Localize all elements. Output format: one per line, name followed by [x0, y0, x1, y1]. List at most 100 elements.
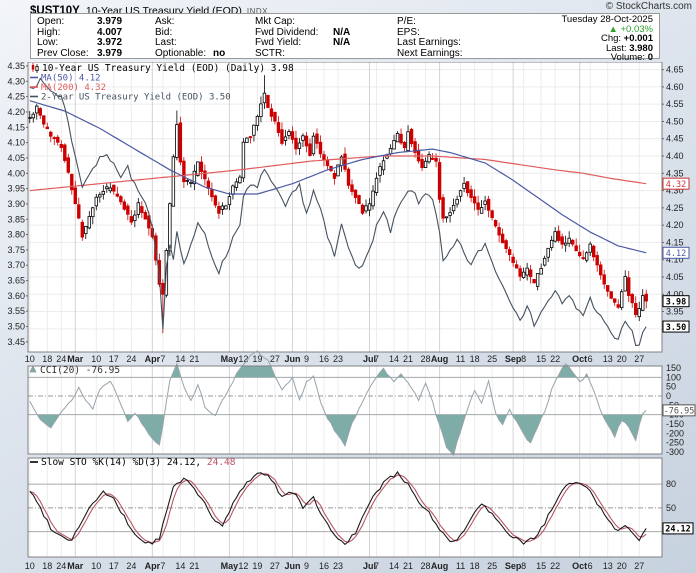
quote-label: P/E: — [397, 17, 475, 28]
svg-text:4.30: 4.30 — [7, 76, 25, 86]
svg-text:4.12: 4.12 — [666, 249, 686, 259]
svg-text:May: May — [221, 354, 239, 364]
svg-text:3.85: 3.85 — [7, 214, 25, 224]
quote-label: Last Earnings: — [397, 38, 475, 49]
svg-text:24: 24 — [126, 354, 136, 364]
svg-text:28: 28 — [421, 354, 431, 364]
svg-text:10: 10 — [91, 561, 101, 571]
svg-text:3.75: 3.75 — [7, 245, 25, 255]
svg-text:10: 10 — [25, 561, 35, 571]
svg-text:4.15: 4.15 — [666, 237, 684, 247]
quote-row: Mkt Cap: — [255, 17, 397, 28]
svg-text:4.35: 4.35 — [666, 168, 684, 178]
quote-value: N/A — [333, 27, 350, 38]
svg-text:4.65: 4.65 — [666, 65, 684, 75]
svg-text:24: 24 — [56, 561, 66, 571]
svg-text:3.45: 3.45 — [7, 337, 25, 347]
svg-text:14: 14 — [175, 561, 185, 571]
svg-text:3.70: 3.70 — [7, 260, 25, 270]
svg-text:14: 14 — [389, 354, 399, 364]
quote-row: P/E: — [397, 17, 517, 28]
svg-text:24: 24 — [126, 561, 136, 571]
main-left-axis: 4.354.304.254.204.154.104.054.003.953.90… — [7, 62, 28, 347]
quote-value: no — [213, 48, 225, 59]
svg-text:4.60: 4.60 — [666, 82, 684, 92]
svg-text:4.40: 4.40 — [666, 151, 684, 161]
quote-value: 4.007 — [97, 27, 122, 38]
svg-text:4.20: 4.20 — [7, 107, 25, 117]
svg-text:21: 21 — [403, 354, 413, 364]
svg-text:21: 21 — [403, 561, 413, 571]
svg-text:4.32: 4.32 — [666, 180, 686, 190]
quote-value: 3.972 — [97, 37, 122, 48]
svg-text:7: 7 — [374, 561, 379, 571]
svg-text:28: 28 — [421, 561, 431, 571]
stockcharts-copyright: © StockCharts.com — [606, 1, 692, 12]
quote-label: Open: — [37, 17, 97, 28]
quote-row: Fwd Yield:N/A — [255, 38, 397, 49]
svg-text:27: 27 — [270, 561, 280, 571]
quote-label: SCTR: — [255, 49, 333, 60]
svg-text:11: 11 — [456, 561, 465, 571]
svg-text:8: 8 — [521, 561, 526, 571]
svg-text:-300: -300 — [666, 447, 684, 457]
svg-text:13: 13 — [603, 561, 613, 571]
svg-text:50: 50 — [666, 503, 676, 513]
svg-text:3.95: 3.95 — [666, 307, 684, 317]
svg-text:21: 21 — [189, 561, 199, 571]
svg-text:17: 17 — [109, 561, 119, 571]
x-axis-labels-main: 101824Mar101724Apr71421May121927Jun91623… — [25, 354, 644, 364]
svg-text:13: 13 — [603, 354, 613, 364]
quote-column: Ask:Bid:Last:Optionable:no — [155, 16, 255, 57]
quote-label: Ask: — [155, 17, 213, 28]
svg-text:4.10: 4.10 — [7, 138, 25, 148]
svg-text:20: 20 — [617, 561, 627, 571]
svg-text:Sep: Sep — [505, 354, 522, 364]
svg-text:10: 10 — [91, 354, 101, 364]
svg-text:3.50: 3.50 — [7, 322, 25, 332]
quote-label: Fwd Yield: — [255, 38, 333, 49]
quote-row: Optionable:no — [155, 49, 255, 60]
svg-text:Jun: Jun — [284, 354, 300, 364]
quote-column: Open:3.979High:4.007Low:3.972Prev Close:… — [37, 16, 155, 57]
svg-text:4.05: 4.05 — [7, 153, 25, 163]
svg-text:10-Year US Treasury Yield (EOD: 10-Year US Treasury Yield (EOD) (Daily) … — [42, 63, 294, 74]
quote-column: P/E:EPS:Last Earnings:Next Earnings: — [397, 16, 517, 57]
chart-canvas: 4.354.304.254.204.154.104.054.003.953.90… — [0, 62, 696, 573]
svg-text:12: 12 — [238, 561, 248, 571]
sto-legend: Slow STO %K(14) %D(3) 24.12, 24.48 — [30, 457, 236, 468]
svg-text:4.45: 4.45 — [666, 134, 684, 144]
svg-text:4.55: 4.55 — [666, 99, 684, 109]
svg-text:4.00: 4.00 — [7, 168, 25, 178]
sto-right-axis: 80502024.12 — [663, 479, 693, 537]
x-axis-labels-bottom: 101824Mar101724Apr71421May121927Jun91623… — [25, 561, 644, 571]
svg-text:4.05: 4.05 — [666, 272, 684, 282]
svg-text:Jun: Jun — [284, 561, 300, 571]
svg-text:4.20: 4.20 — [666, 220, 684, 230]
svg-text:3.90: 3.90 — [7, 199, 25, 209]
svg-text:14: 14 — [389, 561, 399, 571]
svg-text:11: 11 — [456, 354, 465, 364]
svg-text:19: 19 — [252, 561, 262, 571]
quote-row: Next Earnings: — [397, 49, 517, 60]
svg-text:MA(200) 4.32: MA(200) 4.32 — [41, 83, 106, 93]
svg-text:3.65: 3.65 — [7, 276, 25, 286]
svg-text:Oct: Oct — [572, 561, 587, 571]
svg-text:7: 7 — [160, 354, 165, 364]
svg-text:17: 17 — [109, 354, 119, 364]
svg-text:10: 10 — [25, 354, 35, 364]
svg-text:3.95: 3.95 — [7, 184, 25, 194]
quote-label: Optionable: — [155, 49, 213, 60]
quote-row: Last: — [155, 38, 255, 49]
svg-text:7: 7 — [374, 354, 379, 364]
svg-text:27: 27 — [270, 354, 280, 364]
main-price-panel — [28, 62, 662, 352]
svg-text:25: 25 — [487, 354, 497, 364]
svg-text:18: 18 — [42, 561, 52, 571]
svg-text:20: 20 — [617, 354, 627, 364]
svg-text:23: 23 — [333, 561, 343, 571]
svg-text:CCI(20) -76.95: CCI(20) -76.95 — [40, 365, 120, 376]
svg-text:4.50: 4.50 — [666, 116, 684, 126]
stockcharts-page: $UST10Y10-Year US Treasury Yield (EOD)IN… — [0, 0, 696, 573]
quote-summary: Tuesday 28-Oct-2025 ▲ +0.03% Chg: +0.001… — [517, 16, 655, 57]
